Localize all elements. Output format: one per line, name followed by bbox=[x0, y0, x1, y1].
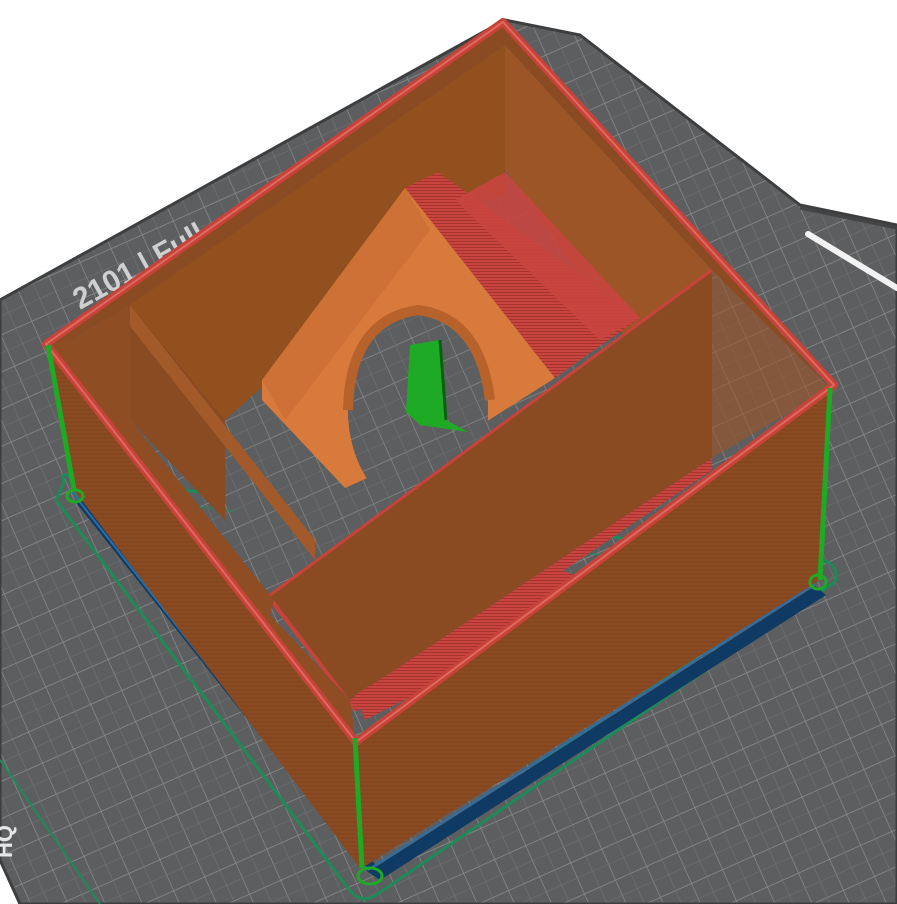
print-preview-canvas[interactable]: 2101 | Full HQ bbox=[0, 0, 897, 904]
bed-label-corner: HQ bbox=[0, 825, 17, 858]
slicer-viewport[interactable]: 2101 | Full HQ bbox=[0, 0, 897, 904]
